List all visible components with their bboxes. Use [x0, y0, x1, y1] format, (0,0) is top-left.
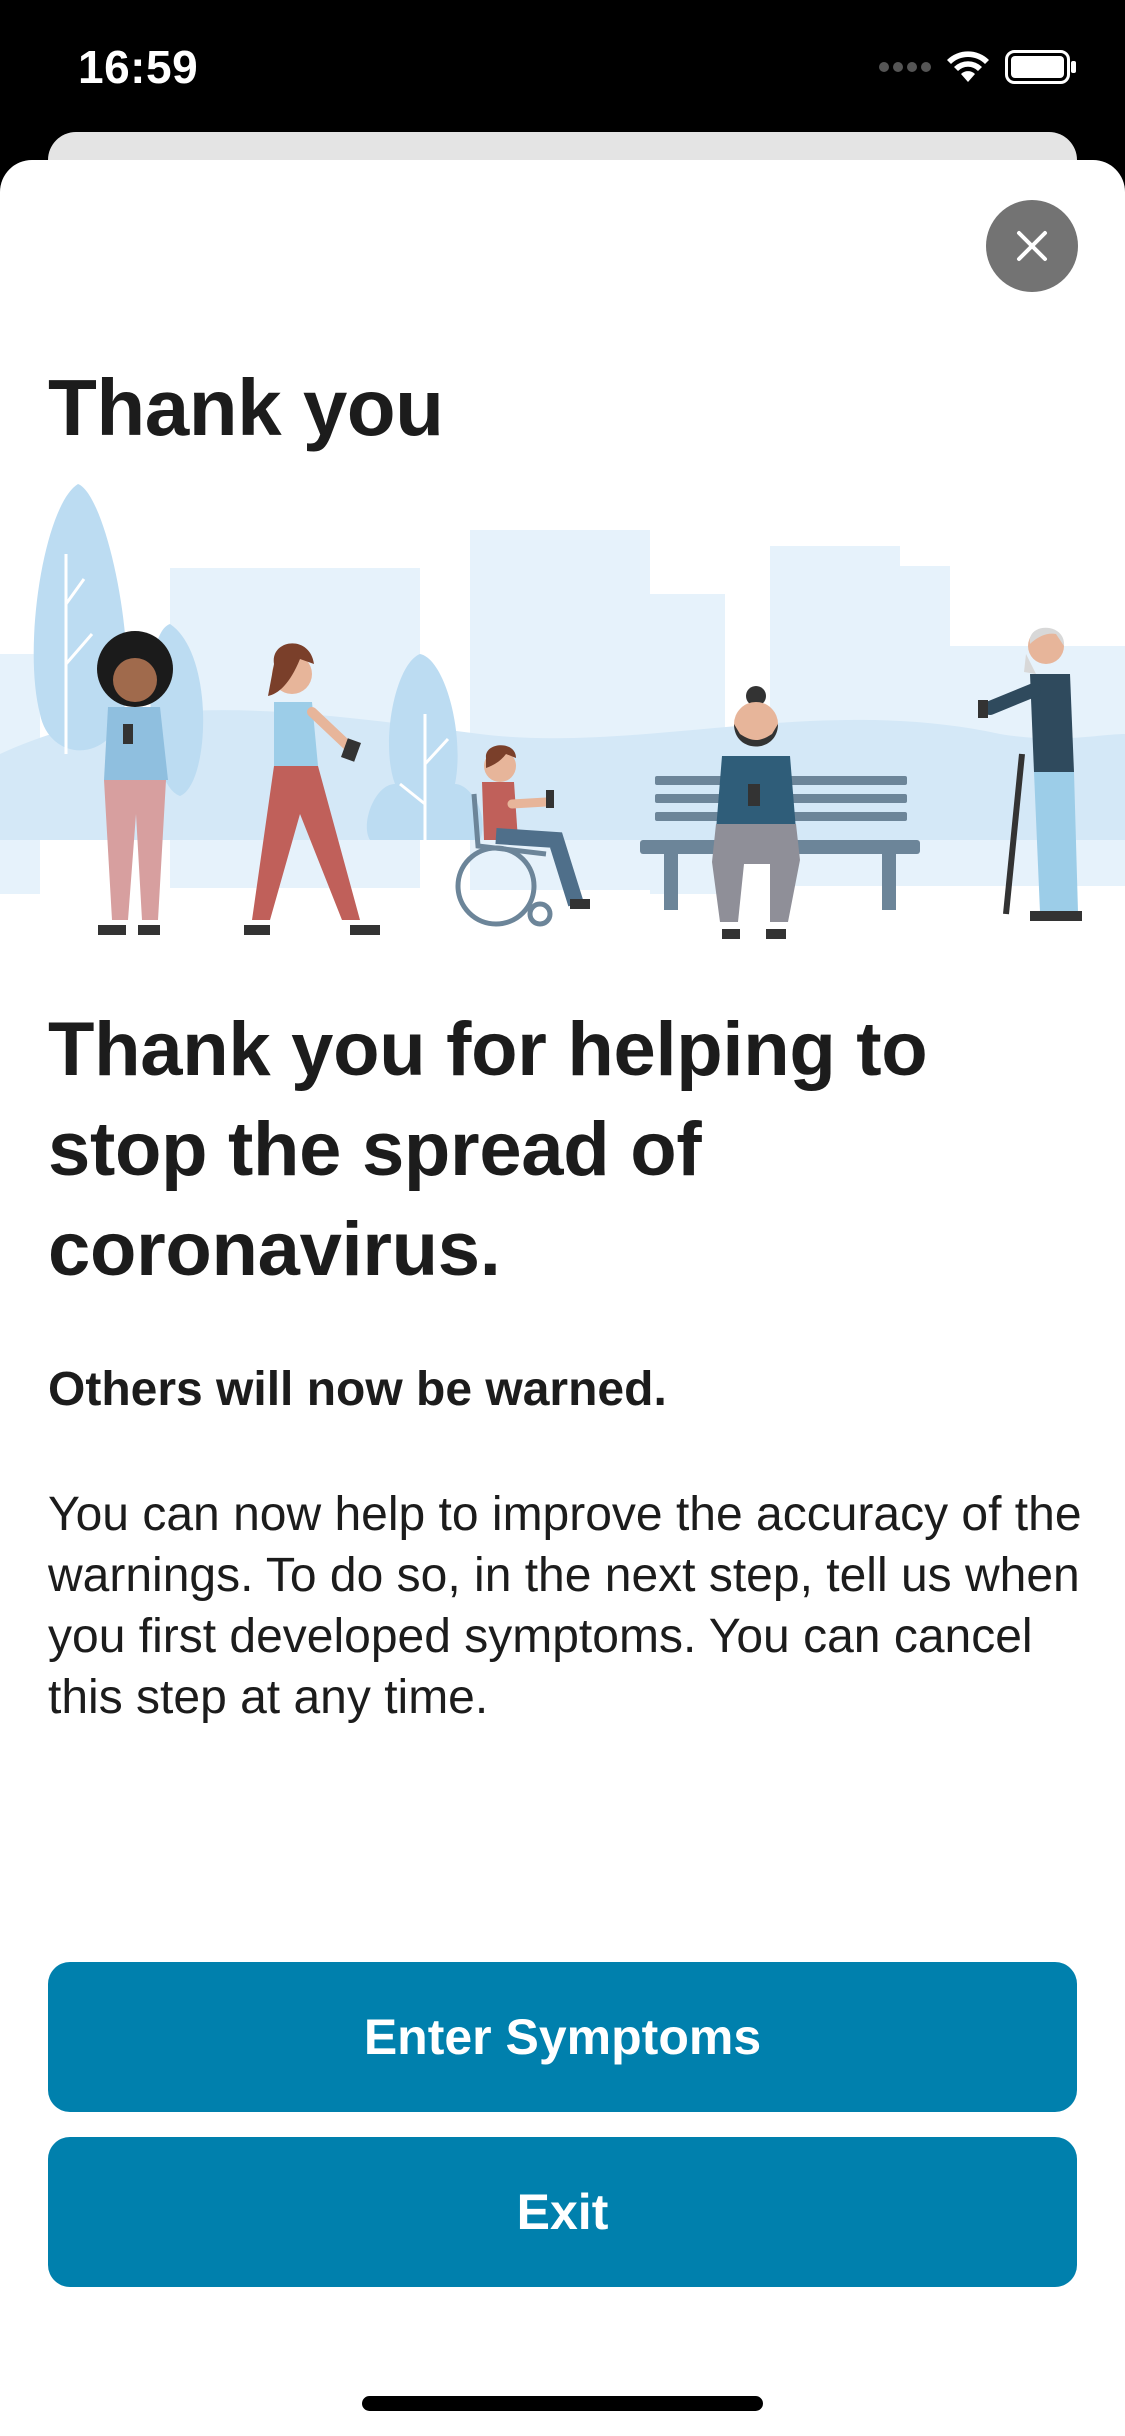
person-woman-phone: [97, 631, 173, 935]
enter-symptoms-button[interactable]: Enter Symptoms: [48, 1962, 1077, 2112]
people-illustration: [0, 484, 1125, 939]
battery-icon: [1005, 50, 1076, 84]
subheadline: Others will now be warned.: [48, 1363, 667, 1416]
status-time: 16:59: [78, 41, 199, 93]
status-bar: 16:59: [0, 0, 1125, 140]
page-title: Thank you: [48, 363, 444, 452]
wifi-icon: [947, 51, 989, 82]
exit-button[interactable]: Exit: [48, 2137, 1077, 2287]
close-icon: [1017, 231, 1047, 261]
status-icons: [879, 50, 1077, 84]
home-indicator[interactable]: [362, 2396, 763, 2411]
close-button[interactable]: [986, 200, 1078, 292]
body-text: You can now help to improve the accuracy…: [48, 1488, 1082, 1724]
signal-icon: [879, 62, 931, 72]
headline: Thank you for helping to stop the spread…: [48, 1007, 928, 1292]
